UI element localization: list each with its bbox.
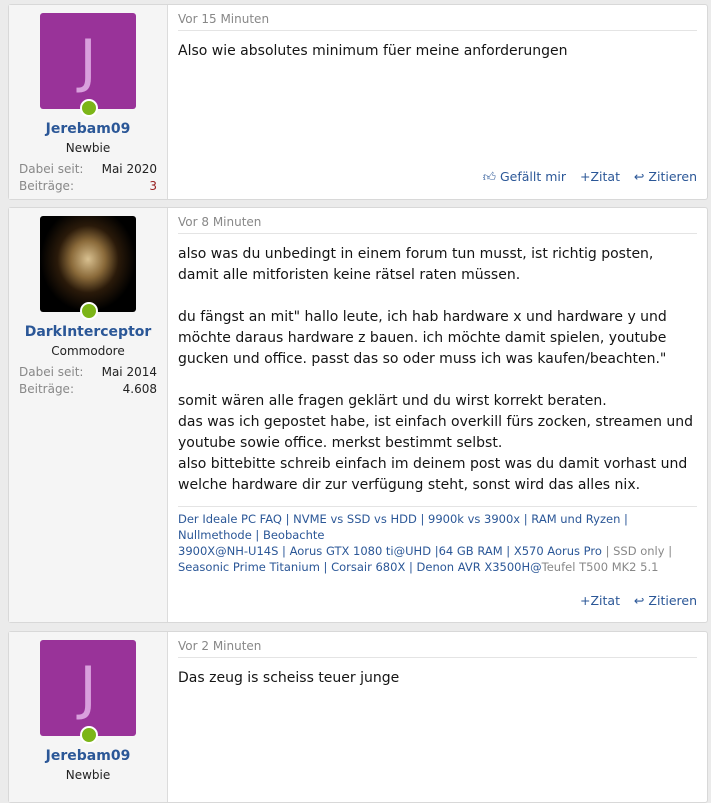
avatar[interactable]: J [40,13,136,117]
reply-label: Zitieren [648,169,697,184]
posts-label: Beiträge: [19,382,74,396]
signature-specs-gray: | SSD only | [605,544,673,558]
post-time[interactable]: Vor 2 Minuten [178,632,697,658]
posts-value: 3 [149,179,157,193]
quote-label: Zitat [590,593,620,608]
post-body: Also wie absolutes minimum füer meine an… [178,43,568,59]
signature-specs-gray-2: Teufel T500 MK2 5.1 [541,560,659,574]
online-status-icon [80,99,98,117]
post-body: Das zeug is scheiss teuer junge [178,670,400,686]
joined-label: Dabei seit: [19,365,84,379]
reply-button[interactable]: ↩ Zitieren [634,593,697,608]
post-1: J Jerebam09 Newbie Dabei seit: Mai 2020 B… [8,4,708,200]
avatar[interactable] [40,216,136,320]
online-status-icon [80,302,98,320]
username-link[interactable]: Jerebam09 [9,748,167,764]
joined-value: Mai 2020 [101,162,157,176]
quote-button[interactable]: +Zitat [580,169,620,185]
post-time[interactable]: Vor 8 Minuten [178,208,697,234]
post-body: also was du unbedingt in einem forum tun… [178,246,694,493]
user-info: J Jerebam09 Newbie [9,632,168,802]
like-label: Gefällt mir [499,169,566,184]
user-info: J Jerebam09 Newbie Dabei seit: Mai 2020 B… [9,5,168,199]
avatar[interactable]: J [40,640,136,744]
joined-value: Mai 2014 [101,365,157,379]
user-info: DarkInterceptor Commodore Dabei seit: Mai… [9,208,168,622]
post-time[interactable]: Vor 15 Minuten [178,5,697,31]
joined-label: Dabei seit: [19,162,84,176]
user-title: Newbie [65,141,111,155]
quote-label: Zitat [590,169,620,184]
post-3: J Jerebam09 Newbie Vor 2 Minuten Das zeu… [8,631,708,803]
user-stats: Dabei seit: Mai 2020 Beiträge: 3 [19,161,157,195]
online-status-icon [80,726,98,744]
reply-icon: ↩ [633,593,649,608]
quote-button[interactable]: +Zitat [580,593,620,608]
avatar-initial: J [79,654,97,722]
username-link[interactable]: Jerebam09 [9,121,167,137]
signature-links[interactable]: Der Ideale PC FAQ | NVME vs SSD vs HDD |… [178,511,697,543]
post-2: DarkInterceptor Commodore Dabei seit: Mai… [8,207,708,623]
signature-specs-2: Seasonic Prime Titanium | Corsair 680X |… [178,560,542,574]
user-title: Commodore [51,344,125,358]
username-link[interactable]: DarkInterceptor [9,324,167,340]
signature-specs: 3900X@NH-U14S | Aorus GTX 1080 ti@UHD |6… [178,544,606,558]
reply-label: Zitieren [648,593,697,608]
user-title: Newbie [65,768,111,782]
reply-button[interactable]: ↩ Zitieren [634,169,697,185]
like-button[interactable]: 👍︎ Gefällt mir [483,169,566,185]
signature: Der Ideale PC FAQ | NVME vs SSD vs HDD |… [178,506,697,575]
user-stats: Dabei seit: Mai 2014 Beiträge: 4.608 [19,364,157,398]
avatar-initial: J [79,27,97,95]
reply-icon: ↩ [633,169,649,184]
thumbs-up-icon: 👍︎ [482,169,500,184]
posts-label: Beiträge: [19,179,74,193]
posts-value: 4.608 [122,382,157,396]
